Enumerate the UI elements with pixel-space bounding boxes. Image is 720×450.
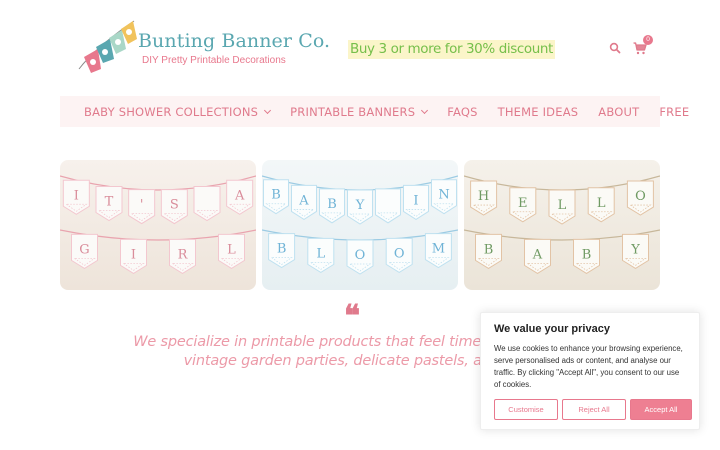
bunting-letter: A (234, 188, 245, 203)
bunting-flag: G (71, 233, 98, 269)
bunting-flag: A (226, 179, 254, 215)
bunting-flag: A (524, 238, 551, 274)
nav-item-label: ABOUT (598, 104, 640, 119)
customise-button[interactable]: Customise (494, 399, 558, 420)
bunting-flag: I (403, 184, 429, 221)
banner-gallery: I T ' S A G I R L B A B Y I N B L O O M H E L L O B A B Y (60, 160, 660, 290)
brand-title: Bunting Banner Co. (138, 30, 331, 52)
bunting-flag: T (95, 186, 123, 222)
nav-item-theme-ideas[interactable]: THEME IDEAS (498, 105, 579, 119)
bunting-letter: I (131, 247, 136, 262)
cart-count-badge: 0 (643, 35, 653, 45)
chevron-down-icon (421, 106, 429, 114)
nav-item-label: FREE (659, 104, 690, 119)
nav-item-faqs[interactable]: FAQS (447, 105, 477, 119)
bunting-flag: E (509, 187, 537, 223)
bunting-letter: A (298, 193, 309, 208)
bunting-letter: B (327, 197, 337, 212)
nav-item-printable-banners[interactable]: PRINTABLE BANNERS (290, 104, 429, 119)
bunting-flag: L (587, 187, 615, 223)
bunting-letter: I (74, 188, 79, 203)
bunting-flag: O (346, 239, 374, 275)
bunting-letter: T (105, 195, 114, 210)
bunting-letter: B (582, 247, 592, 262)
brand-tagline: DIY Pretty Printable Decorations (142, 55, 286, 66)
bunting-flag: Y (622, 233, 649, 269)
bunting-flag: O (385, 237, 413, 273)
bunting-letter: M (432, 242, 445, 257)
bunting-logo-icon (78, 20, 137, 73)
reject-all-button[interactable]: Reject All (562, 399, 626, 420)
bunting-flag (193, 186, 221, 222)
bunting-letter: Y (355, 198, 365, 213)
bunting-letter: B (277, 242, 287, 257)
bunting-letter: E (518, 196, 528, 211)
bunting-flag: B (263, 179, 289, 215)
bunting-flag: B (573, 238, 600, 274)
nav-item-label: FAQS (447, 104, 478, 119)
nav-item-baby-shower-collections[interactable]: BABY SHOWER COLLECTIONS (84, 104, 272, 119)
bunting-letter: B (271, 188, 281, 203)
bunting-flag: B (268, 233, 296, 269)
bunting-letter: G (79, 242, 89, 257)
bunting-letter: B (484, 242, 494, 257)
nav-item-label: PRINTABLE BANNERS (290, 104, 416, 119)
bunting-letter: ' (140, 198, 144, 213)
bunting-letter: L (558, 198, 567, 213)
cookie-title: We value your privacy (494, 323, 610, 335)
bunting-flag: L (548, 189, 576, 225)
bunting-flag: ' (128, 189, 156, 225)
gallery-image-its-a-girl[interactable]: I T ' S A G I R L (60, 160, 256, 290)
nav-item-label: THEME IDEAS (497, 104, 579, 119)
bunting-flag: A (291, 184, 317, 221)
bunting-letter: Y (630, 242, 640, 257)
cookie-description: We use cookies to enhance your browsing … (494, 344, 683, 389)
gallery-image-hello-baby[interactable]: H E L L O B A B Y (464, 160, 660, 290)
its-a-girl-banner-image: I T ' S A G I R L (60, 160, 256, 290)
bunting-flag: H (470, 180, 498, 216)
bunting-flag: O (626, 180, 654, 216)
hello-baby-banner-image: H E L L O B A B Y (464, 160, 660, 290)
bunting-letter: N (438, 188, 449, 203)
bunting-letter: R (178, 247, 189, 262)
bunting-flag (375, 188, 401, 224)
bunting-letter: I (413, 193, 418, 208)
bunting-flag: I (120, 238, 147, 274)
chevron-down-icon (264, 106, 272, 114)
nav-item-about[interactable]: ABOUT (598, 105, 639, 119)
bunting-letter: L (597, 196, 606, 211)
bunting-flag: B (319, 188, 345, 224)
bunting-flag: N (431, 179, 457, 215)
bunting-letter: O (394, 246, 405, 261)
site-logo[interactable]: Bunting Banner Co. DIY Pretty Printable … (76, 17, 330, 77)
bunting-letter: O (635, 189, 646, 204)
promo-banner: Buy 3 or more for 30% discount (348, 40, 555, 59)
bunting-flag: L (218, 233, 245, 269)
bunting-flag: L (307, 237, 335, 273)
nav-item-free[interactable]: FREE (659, 105, 689, 119)
bunting-letter: L (316, 246, 325, 261)
bunting-letter: A (532, 247, 543, 262)
bunting-flag: I (62, 179, 90, 215)
gallery-image-baby-in-bloom[interactable]: B A B Y I N B L O O M (262, 160, 458, 290)
bunting-letter: S (170, 198, 179, 213)
bunting-letter: L (227, 242, 236, 257)
nav-item-label: BABY SHOWER COLLECTIONS (84, 104, 259, 119)
search-icon[interactable] (609, 42, 621, 54)
bunting-flag: R (169, 238, 196, 274)
bunting-flag: B (475, 233, 502, 269)
accept-all-button[interactable]: Accept All (630, 399, 692, 420)
bunting-letter: H (478, 189, 489, 204)
bunting-flag: S (160, 189, 188, 225)
bunting-letter: O (355, 248, 366, 263)
baby-in-bloom-banner-image: B A B Y I N B L O O M (262, 160, 458, 290)
bunting-flag: Y (347, 189, 373, 225)
main-nav: BABY SHOWER COLLECTIONS PRINTABLE BANNER… (60, 96, 689, 127)
bunting-flag: M (424, 233, 452, 269)
quote-mark-icon: ❝ (344, 299, 361, 334)
cookie-consent-dialog: We value your privacy We use cookies to … (480, 312, 700, 430)
